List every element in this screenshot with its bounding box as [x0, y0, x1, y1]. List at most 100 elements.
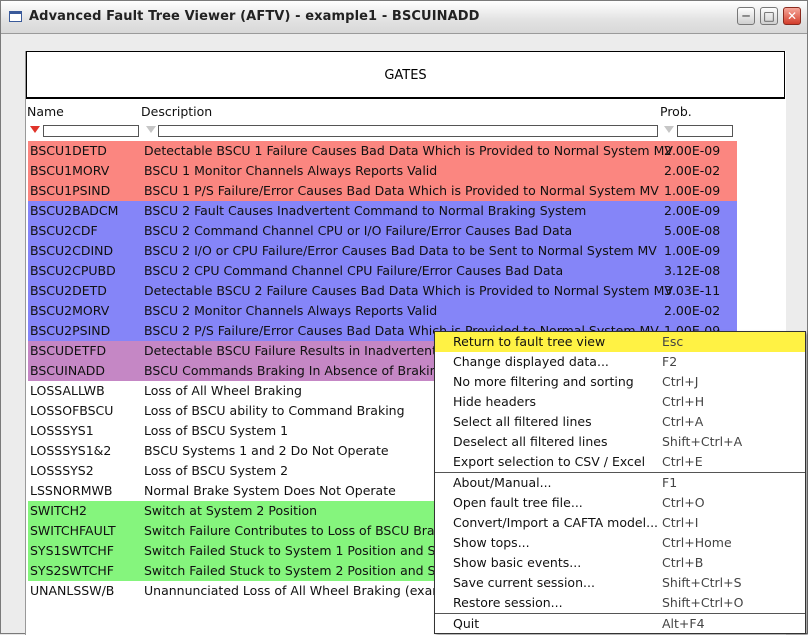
menu-item-label: Change displayed data...: [453, 354, 609, 369]
menu-item[interactable]: Hide headers Ctrl+H: [435, 392, 805, 412]
menu-item-shortcut: Ctrl+B: [662, 555, 704, 570]
table-row[interactable]: BSCU2CDIND BSCU 2 I/O or CPU Failure/Erro…: [28, 241, 737, 261]
gate-description-cell: Loss of All Wheel Braking: [144, 383, 302, 398]
menu-item[interactable]: Show basic events... Ctrl+B: [435, 553, 805, 573]
close-icon: ✕: [786, 9, 798, 23]
gate-name-cell: LOSSALLWB: [30, 383, 105, 398]
gate-description-cell: BSCU 2 Command Channel CPU or I/O Failur…: [144, 223, 573, 238]
menu-item[interactable]: Convert/Import a CAFTA model... Ctrl+I: [435, 513, 805, 533]
gate-name-cell: LOSSOFBSCU: [30, 403, 114, 418]
gate-prob-cell: 1.00E-09: [664, 243, 721, 258]
menu-item-shortcut: Shift+Ctrl+S: [662, 575, 742, 590]
table-header-box: GATES: [26, 51, 785, 99]
gate-name-cell: BSCU2CDF: [30, 223, 98, 238]
table-row[interactable]: BSCU2CDF BSCU 2 Command Channel CPU or I/…: [28, 221, 737, 241]
menu-item[interactable]: Return to fault tree view Esc: [435, 332, 805, 352]
menu-item[interactable]: Deselect all filtered lines Shift+Ctrl+A: [435, 432, 805, 452]
menu-item-shortcut: Shift+Ctrl+O: [662, 595, 744, 610]
menu-item-label: Restore session...: [453, 595, 563, 610]
menu-item-shortcut: Ctrl+I: [662, 515, 699, 530]
sort-triangle-icon[interactable]: [30, 126, 40, 133]
menu-item[interactable]: Save current session... Shift+Ctrl+S: [435, 573, 805, 593]
table-row[interactable]: BSCU1MORV BSCU 1 Monitor Channels Always …: [28, 161, 737, 181]
app-window-icon: [9, 11, 22, 22]
menu-item[interactable]: Change displayed data... F2: [435, 352, 805, 372]
gate-name-cell: BSCU1PSIND: [30, 183, 111, 198]
gate-name-cell: SWITCH2: [30, 503, 87, 518]
gate-description-cell: Detectable BSCU Failure Results in Inadv…: [144, 343, 463, 358]
name-filter-input[interactable]: [43, 125, 139, 137]
menu-item-shortcut: Ctrl+O: [662, 495, 705, 510]
menu-item-label: Save current session...: [453, 575, 595, 590]
sort-triangle-icon[interactable]: [146, 126, 156, 133]
menu-item-shortcut: Ctrl+Home: [662, 535, 732, 550]
gate-name-cell: BSCUDETFD: [30, 343, 107, 358]
gate-name-cell: BSCU2MORV: [30, 303, 110, 318]
gate-name-cell: BSCU1MORV: [30, 163, 110, 178]
sort-triangle-icon[interactable]: [664, 126, 674, 133]
table-row[interactable]: BSCU2DETD Detectable BSCU 2 Failure Cause…: [28, 281, 737, 301]
menu-item[interactable]: Quit Alt+F4: [435, 614, 805, 634]
column-header-name[interactable]: Name: [27, 104, 64, 119]
menu-item-shortcut: F2: [662, 354, 678, 369]
menu-item-label: Convert/Import a CAFTA model...: [453, 515, 659, 530]
menu-item[interactable]: Select all filtered lines Ctrl+A: [435, 412, 805, 432]
gate-name-cell: BSCU2CDIND: [30, 243, 114, 258]
gate-prob-cell: 2.00E-02: [664, 163, 721, 178]
description-filter-input[interactable]: [158, 125, 658, 137]
menu-item-label: About/Manual...: [453, 475, 552, 490]
gate-description-cell: BSCU Commands Braking In Absence of Brak…: [144, 363, 462, 378]
gate-name-cell: BSCU2DETD: [30, 283, 107, 298]
table-row[interactable]: BSCU2BADCM BSCU 2 Fault Causes Inadverten…: [28, 201, 737, 221]
gate-description-cell: Switch Failed Stuck to System 1 Position…: [144, 543, 462, 558]
menu-item[interactable]: No more filtering and sorting Ctrl+J: [435, 372, 805, 392]
gate-name-cell: BSCU2BADCM: [30, 203, 119, 218]
table-title: GATES: [384, 68, 427, 83]
close-button[interactable]: ✕: [783, 7, 801, 25]
gate-prob-cell: 5.00E-08: [664, 223, 721, 238]
gate-description-cell: BSCU 2 CPU Command Channel CPU Failure/E…: [144, 263, 564, 278]
gate-description-cell: BSCU Systems 1 and 2 Do Not Operate: [144, 443, 389, 458]
menu-item-shortcut: Ctrl+E: [662, 454, 703, 469]
column-header-prob[interactable]: Prob.: [660, 104, 692, 119]
gate-name-cell: SWITCHFAULT: [30, 523, 116, 538]
gate-description-cell: BSCU 1 P/S Failure/Error Causes Bad Data…: [144, 183, 659, 198]
gate-prob-cell: 3.12E-08: [664, 263, 721, 278]
table-row[interactable]: BSCU1PSIND BSCU 1 P/S Failure/Error Cause…: [28, 181, 737, 201]
title-bar[interactable]: Advanced Fault Tree Viewer (AFTV) - exam…: [1, 1, 807, 34]
menu-item[interactable]: Show tops... Ctrl+Home: [435, 533, 805, 553]
menu-item-label: Deselect all filtered lines: [453, 434, 608, 449]
menu-item-shortcut: Shift+Ctrl+A: [662, 434, 743, 449]
menu-item-label: Open fault tree file...: [453, 495, 583, 510]
table-row[interactable]: BSCU1DETD Detectable BSCU 1 Failure Cause…: [28, 141, 737, 161]
menu-item-label: No more filtering and sorting: [453, 374, 634, 389]
menu-item-label: Quit: [453, 616, 480, 631]
minimize-icon: ─: [742, 9, 750, 23]
gate-description-cell: Loss of BSCU System 2: [144, 463, 289, 478]
menu-item[interactable]: Export selection to CSV / Excel Ctrl+E: [435, 452, 805, 472]
menu-item[interactable]: Open fault tree file... Ctrl+O: [435, 493, 805, 513]
prob-filter-input[interactable]: [677, 125, 733, 137]
menu-item-shortcut: Ctrl+J: [662, 374, 699, 389]
gate-name-cell: SYS2SWTCHF: [30, 563, 114, 578]
app-window: Advanced Fault Tree Viewer (AFTV) - exam…: [0, 0, 808, 635]
gate-description-cell: BSCU 1 Monitor Channels Always Reports V…: [144, 163, 438, 178]
gate-name-cell: LSSNORMWB: [30, 483, 113, 498]
menu-item-label: Select all filtered lines: [453, 414, 592, 429]
table-row[interactable]: BSCU2MORV BSCU 2 Monitor Channels Always …: [28, 301, 737, 321]
gate-name-cell: LOSSSYS2: [30, 463, 94, 478]
menu-item[interactable]: Restore session... Shift+Ctrl+O: [435, 593, 805, 613]
table-row[interactable]: BSCU2CPUBD BSCU 2 CPU Command Channel CPU…: [28, 261, 737, 281]
menu-item-label: Hide headers: [453, 394, 537, 409]
column-header-description[interactable]: Description: [141, 104, 212, 119]
minimize-button[interactable]: ─: [737, 7, 755, 25]
menu-item-label: Export selection to CSV / Excel: [453, 454, 646, 469]
gate-description-cell: Loss of BSCU ability to Command Braking: [144, 403, 405, 418]
gate-description-cell: Switch Failed Stuck to System 2 Position…: [144, 563, 462, 578]
menu-item-label: Return to fault tree view: [453, 334, 606, 349]
menu-item[interactable]: About/Manual... F1: [435, 473, 805, 493]
maximize-button[interactable]: □: [760, 7, 778, 25]
gate-description-cell: Unannunciated Loss of All Wheel Braking …: [144, 583, 464, 598]
gate-description-cell: Normal Brake System Does Not Operate: [144, 483, 396, 498]
gate-name-cell: BSCUINADD: [30, 363, 106, 378]
